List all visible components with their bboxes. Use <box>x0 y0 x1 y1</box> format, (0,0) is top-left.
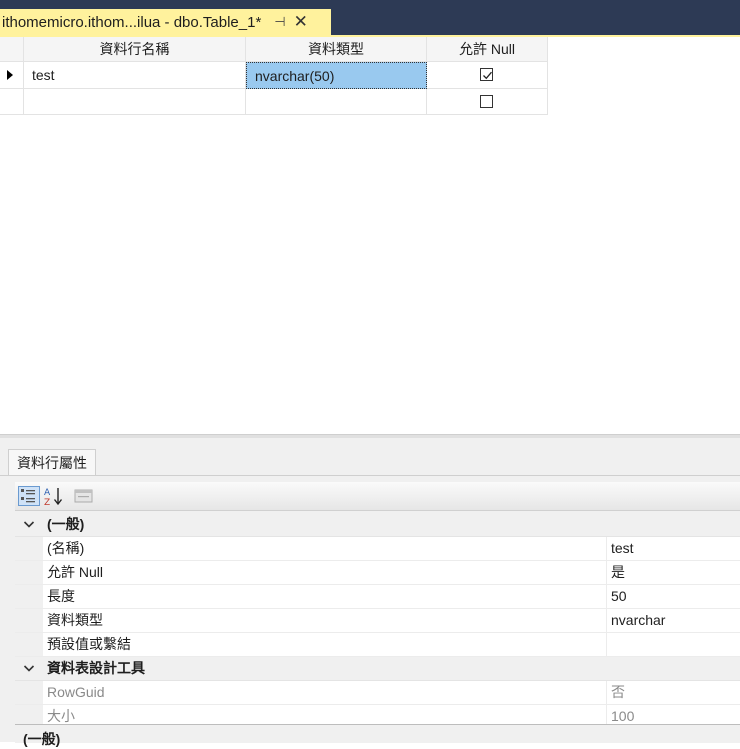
allow-null-cell[interactable] <box>427 89 548 115</box>
property-name: 資料類型 <box>47 612 103 628</box>
close-icon[interactable]: ✕ <box>294 12 308 32</box>
pin-icon[interactable]: ⊣ <box>274 14 285 30</box>
description-panel: (一般) <box>15 724 740 747</box>
property-row[interactable]: 資料類型 nvarchar <box>15 609 740 633</box>
categorized-button[interactable] <box>18 486 40 506</box>
property-value[interactable]: nvarchar <box>611 609 665 632</box>
data-type-cell[interactable]: nvarchar(50) <box>246 62 427 89</box>
description-title: (一般) <box>23 731 61 747</box>
category-label: (一般) <box>47 516 85 532</box>
alphabetical-icon: A Z <box>44 488 63 508</box>
column-divider <box>606 537 607 560</box>
current-row-arrow-icon <box>7 70 13 80</box>
property-row[interactable]: 預設值或繫結 <box>15 633 740 657</box>
property-pages-button[interactable] <box>73 486 95 506</box>
allow-null-cell[interactable] <box>427 62 548 89</box>
column-divider <box>606 681 607 704</box>
column-header-type[interactable]: 資料類型 <box>246 37 427 62</box>
chevron-down-icon[interactable] <box>23 664 35 673</box>
category-row-general[interactable]: (一般) <box>15 513 740 537</box>
categorized-icon <box>21 489 35 503</box>
allow-null-checkbox[interactable] <box>480 95 493 108</box>
property-grid: (一般) (名稱) test 允許 Null 是 長度 50 資料類型 nvar… <box>15 513 740 729</box>
column-divider <box>606 585 607 608</box>
property-name: RowGuid <box>47 684 105 700</box>
column-divider <box>606 561 607 584</box>
data-type-text: nvarchar(50) <box>255 68 335 84</box>
column-header-name[interactable]: 資料行名稱 <box>24 37 246 62</box>
tab-column-properties[interactable]: 資料行屬性 <box>8 449 96 476</box>
property-value[interactable]: 50 <box>611 585 627 608</box>
category-row-table-designer[interactable]: 資料表設計工具 <box>15 657 740 681</box>
property-row[interactable]: (名稱) test <box>15 537 740 561</box>
property-row[interactable]: 允許 Null 是 <box>15 561 740 585</box>
category-label: 資料表設計工具 <box>47 660 145 676</box>
row-selector[interactable] <box>0 89 24 115</box>
alphabetical-button[interactable]: A Z <box>43 486 65 508</box>
property-value[interactable]: test <box>611 537 634 560</box>
property-row[interactable]: 長度 50 <box>15 585 740 609</box>
document-tab-title[interactable]: ithomemicro.ithom...ilua - dbo.Table_1* <box>0 14 261 31</box>
row-margin <box>15 561 43 584</box>
row-margin <box>15 585 43 608</box>
svg-text:A: A <box>44 488 51 498</box>
column-name-cell[interactable]: test <box>24 62 246 89</box>
checkmark-icon <box>483 71 492 80</box>
svg-text:Z: Z <box>44 498 50 506</box>
row-margin <box>15 537 43 560</box>
row-margin <box>15 609 43 632</box>
property-value: 否 <box>611 684 625 700</box>
property-name: 長度 <box>47 588 75 604</box>
allow-null-checkbox[interactable] <box>480 68 493 81</box>
property-pages-icon <box>74 489 93 503</box>
property-value[interactable]: 是 <box>611 561 625 584</box>
chevron-down-icon[interactable] <box>23 520 35 529</box>
property-name: (名稱) <box>47 540 85 556</box>
property-name: 允許 Null <box>47 564 104 580</box>
tab-divider <box>0 475 740 476</box>
property-row[interactable]: RowGuid 否 <box>15 681 740 705</box>
column-header-allow-null[interactable]: 允許 Null <box>427 37 548 62</box>
property-toolbar: A Z <box>15 482 740 511</box>
property-name: 預設值或繫結 <box>47 636 131 652</box>
row-margin <box>15 681 43 704</box>
row-selector-header <box>0 37 24 62</box>
row-selector[interactable] <box>0 62 24 89</box>
column-name-cell[interactable] <box>24 89 246 115</box>
column-divider <box>606 609 607 632</box>
row-margin <box>15 633 43 656</box>
document-tab[interactable]: ithomemicro.ithom...ilua - dbo.Table_1* … <box>0 9 331 35</box>
data-type-cell[interactable] <box>246 89 427 115</box>
column-properties-pane: 資料行屬性 A Z (一般) (名稱) test 允許 Null 是 長度 50… <box>0 438 740 747</box>
column-name-text: test <box>32 67 55 83</box>
column-divider <box>606 633 607 656</box>
